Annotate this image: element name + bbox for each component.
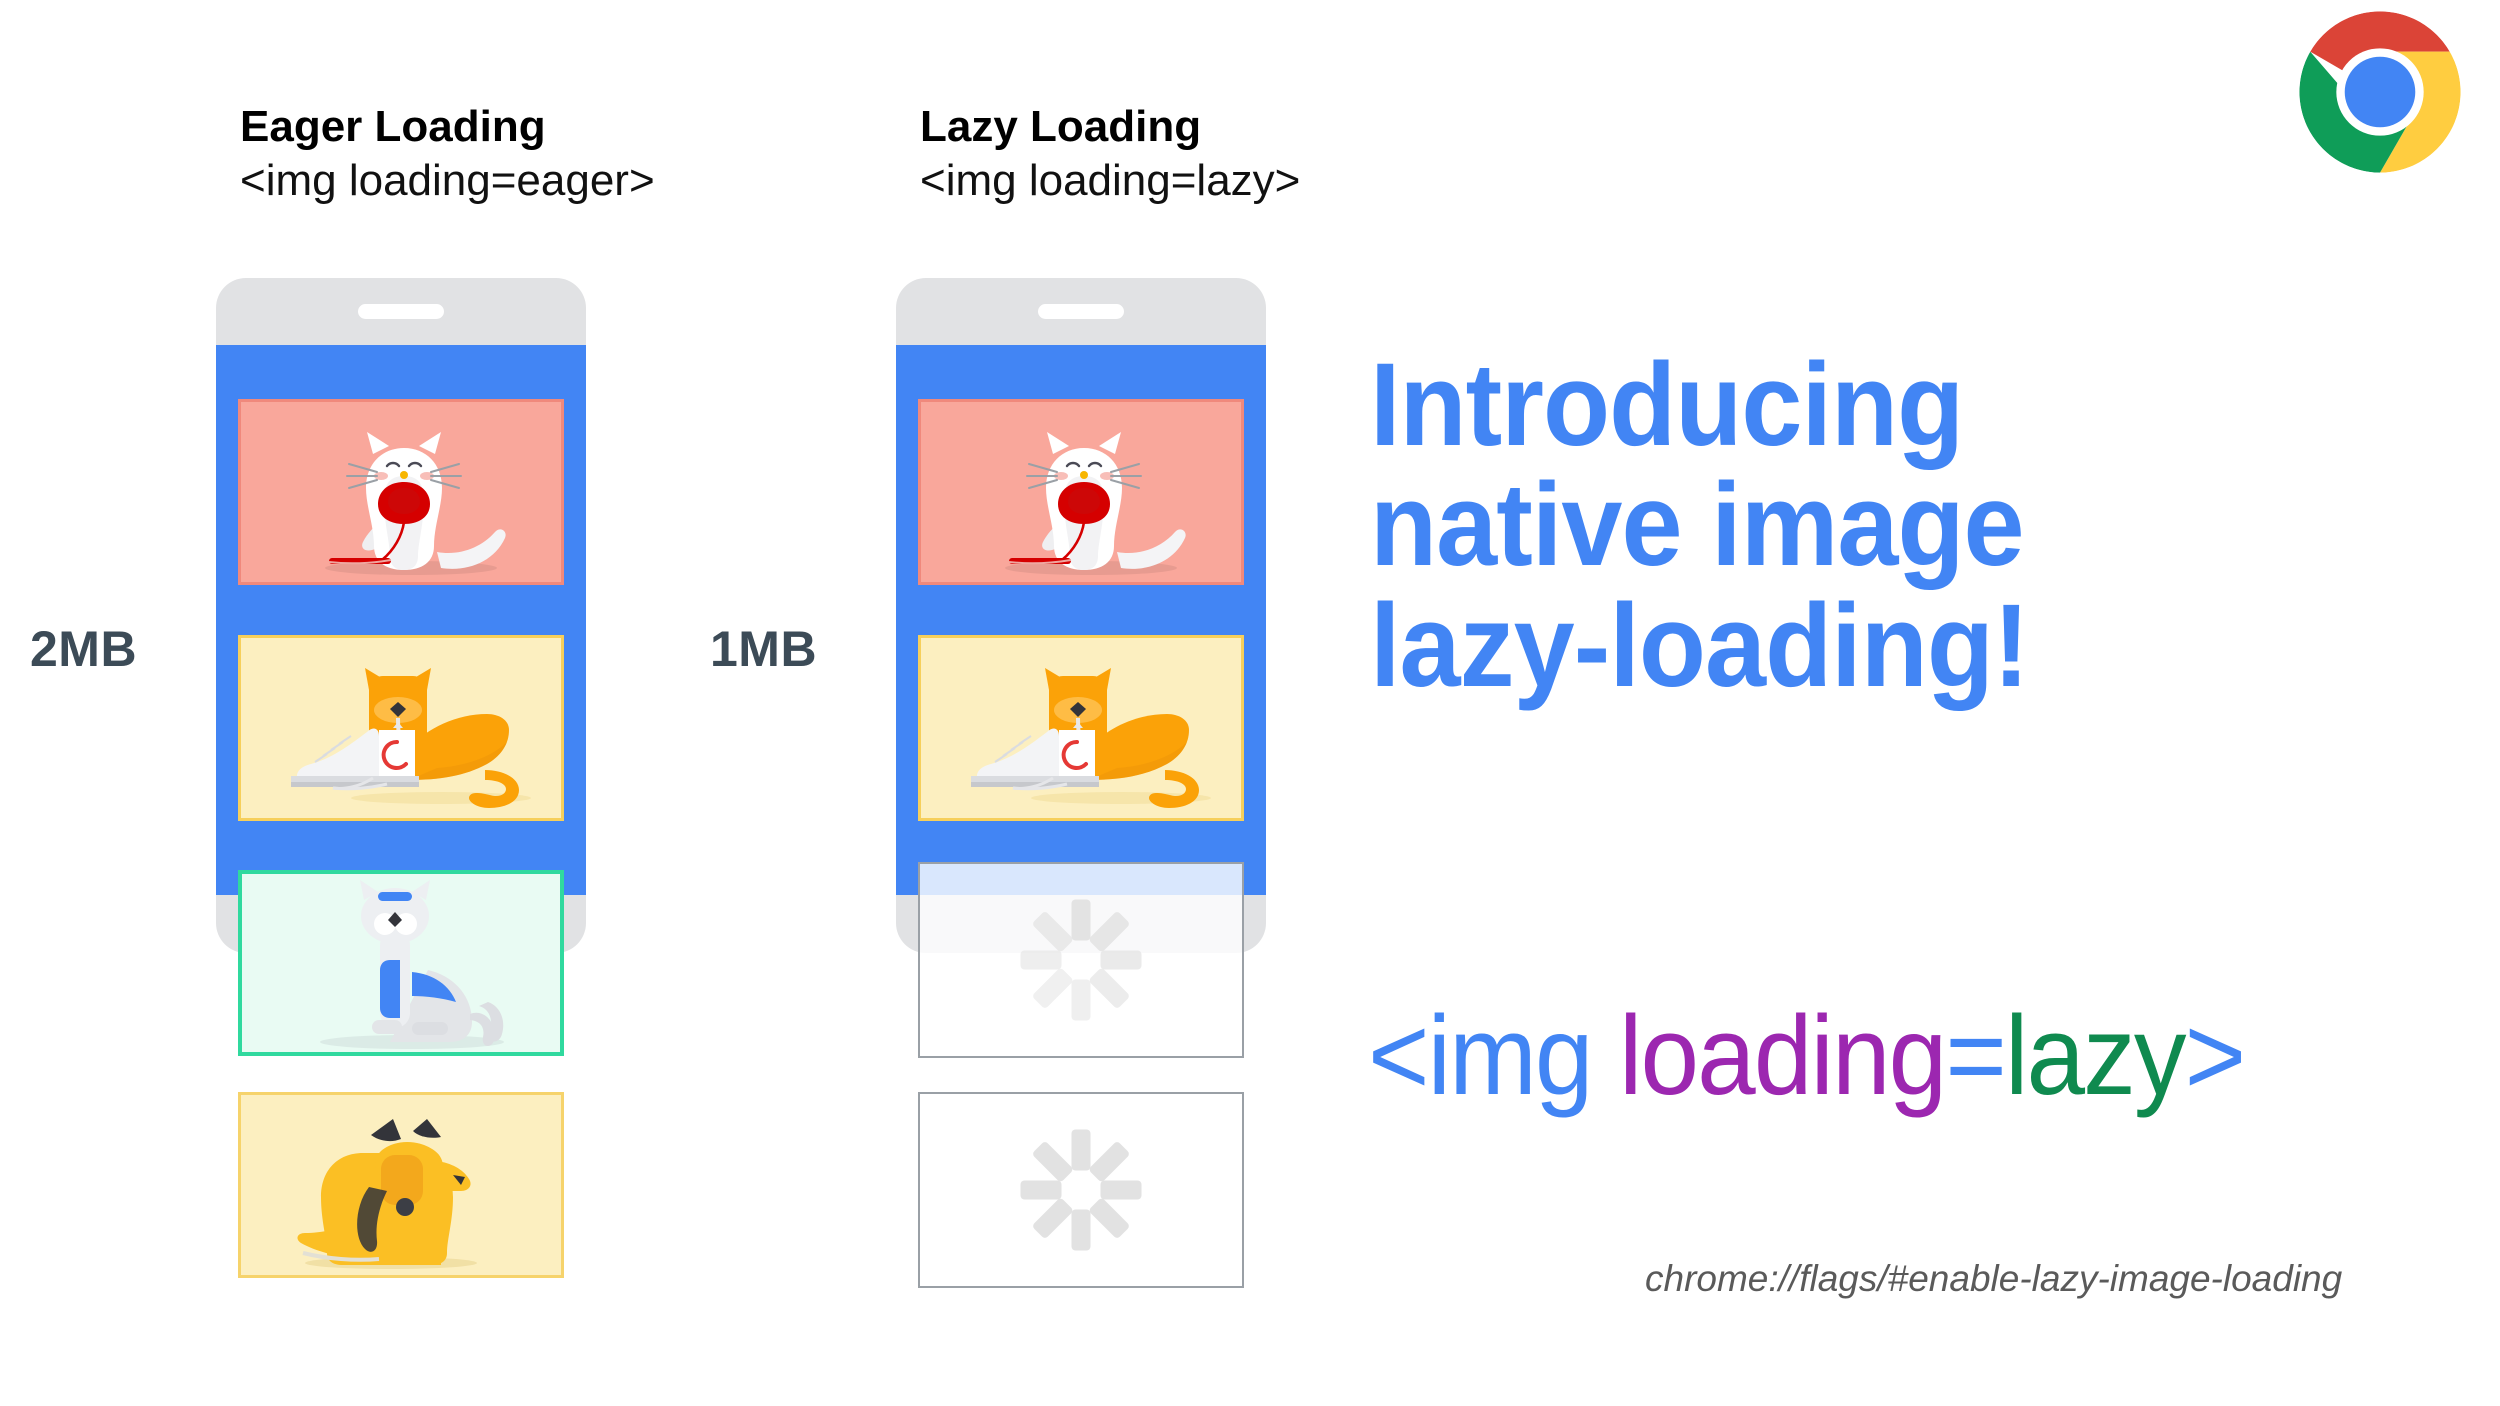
code-close-tag: > xyxy=(2184,993,2246,1118)
code-value: lazy xyxy=(2004,993,2187,1118)
headline-line-3: lazy-loading! xyxy=(1370,579,2030,712)
loading-spinner-icon xyxy=(1020,899,1142,1021)
phone-speaker xyxy=(358,304,444,319)
column-title-lazy: Lazy Loading xyxy=(920,102,1202,151)
image-card-orange-cat-eager xyxy=(238,635,564,821)
chrome-flag-url: chrome://flags/#enable-lazy-image-loadin… xyxy=(1645,1258,2343,1299)
code-equals: = xyxy=(1945,993,2006,1118)
code-snippet: <img loading=lazy> xyxy=(1368,1000,2246,1112)
column-code-lazy: <img loading=lazy> xyxy=(920,155,1301,205)
orange-dog-illustration xyxy=(297,1119,477,1269)
column-title-eager: Eager Loading xyxy=(240,102,546,151)
size-label-lazy: 1MB xyxy=(710,621,818,677)
image-card-orange-cat-lazy xyxy=(918,635,1244,821)
column-heading-lazy: Lazy Loading <img loading=lazy> xyxy=(920,100,1300,207)
code-open-tag: <img xyxy=(1368,993,1593,1118)
orange-cat-sneaker-illustration xyxy=(971,668,1211,808)
phone-speaker xyxy=(1038,304,1124,319)
white-cat-illustration xyxy=(1005,432,1186,575)
image-card-dog-eager xyxy=(238,1092,564,1278)
gray-blue-cat-illustration xyxy=(320,880,504,1049)
column-code-eager: <img loading=eager> xyxy=(240,155,655,205)
size-label-eager: 2MB xyxy=(30,621,138,677)
page-title: Introducing native image lazy-loading! xyxy=(1370,345,2300,706)
headline-line-2: native image xyxy=(1370,459,2025,592)
image-card-blue-cat-eager xyxy=(238,870,564,1056)
white-cat-illustration xyxy=(325,432,506,575)
orange-cat-sneaker-illustration xyxy=(291,668,531,808)
code-attribute: loading xyxy=(1618,993,1947,1118)
phone-top-bezel xyxy=(216,278,586,345)
slide-canvas: Eager Loading <img loading=eager> Lazy L… xyxy=(0,0,2500,1406)
chrome-logo xyxy=(2299,11,2461,173)
phone-top-bezel xyxy=(896,278,1266,345)
image-placeholder-spinner-2 xyxy=(918,1092,1244,1288)
image-card-white-cat-eager xyxy=(238,399,564,585)
loading-spinner-icon xyxy=(1020,1129,1142,1251)
image-placeholder-spinner-1 xyxy=(918,862,1244,1058)
headline-line-1: Introducing xyxy=(1370,339,1964,471)
column-heading-eager: Eager Loading <img loading=eager> xyxy=(240,100,655,207)
image-card-white-cat-lazy xyxy=(918,399,1244,585)
